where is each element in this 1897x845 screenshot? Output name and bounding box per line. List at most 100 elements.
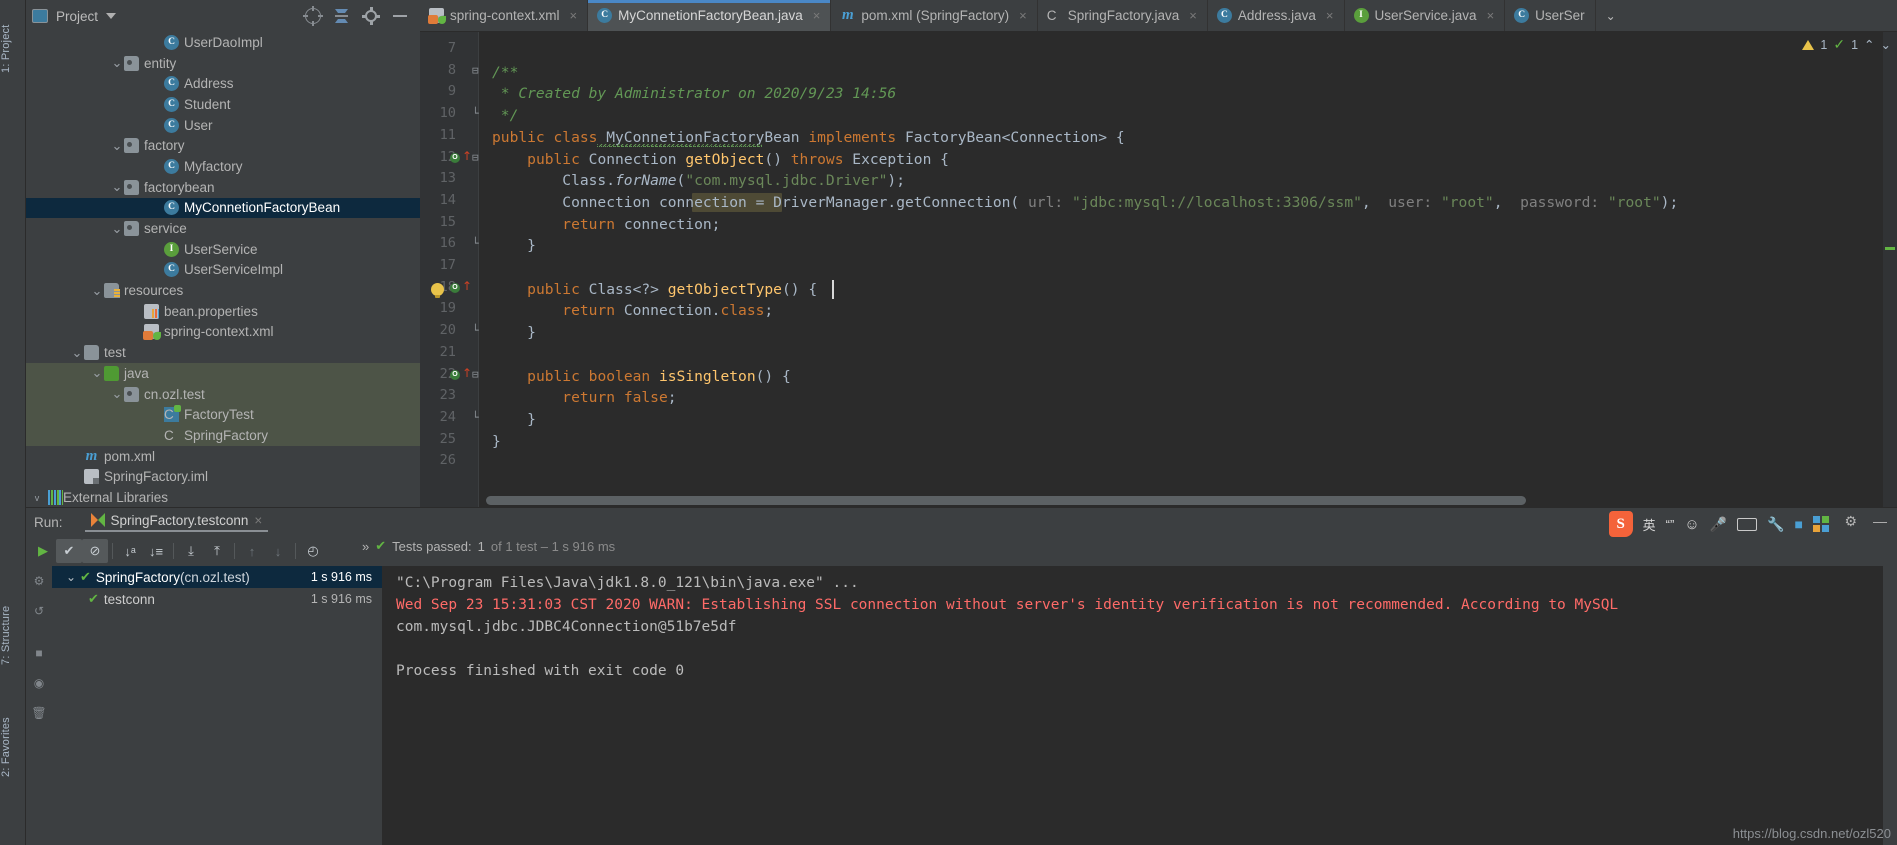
tree-item[interactable]: C Address: [26, 73, 420, 94]
prev-problem-icon[interactable]: ⌃: [1864, 37, 1874, 52]
close-icon[interactable]: ×: [1326, 8, 1334, 23]
chevron-down-icon[interactable]: ⌄: [110, 56, 124, 69]
next-failed-button[interactable]: ↓: [265, 539, 291, 563]
project-tree[interactable]: C UserDaoImpl ⌄ entity C Address C Student C User…: [26, 32, 420, 507]
tree-item[interactable]: C Student: [26, 94, 420, 115]
ime-mic-icon[interactable]: 🎤: [1710, 516, 1727, 533]
fold-collapse-icon[interactable]: ⊟: [472, 368, 479, 381]
editor-tab-5[interactable]: I UserService.java ×: [1345, 0, 1506, 31]
show-ignored-toggle[interactable]: ⊘: [82, 539, 108, 563]
editor-tab-0[interactable]: spring-context.xml ×: [420, 0, 589, 31]
tree-item[interactable]: spring-context.xml: [26, 322, 420, 343]
close-icon[interactable]: ×: [1487, 8, 1495, 23]
intention-bulb-icon[interactable]: [431, 282, 444, 298]
test-results-tree[interactable]: ⌄ ✔ SpringFactory (cn.ozl.test) 1 s 916 ms ✔…: [52, 566, 382, 845]
ime-grid-icon[interactable]: [1813, 516, 1829, 532]
tree-item[interactable]: ⌄ factory: [26, 135, 420, 156]
editor-marker-gutter[interactable]: [1883, 32, 1897, 507]
tree-item[interactable]: C Myfactory: [26, 156, 420, 177]
editor-tab-1[interactable]: C MyConnetionFactoryBean.java ×: [588, 0, 832, 31]
tree-item[interactable]: ⌄ factorybean: [26, 177, 420, 198]
close-icon[interactable]: ×: [1189, 8, 1197, 23]
tree-item[interactable]: C UserServiceImpl: [26, 260, 420, 281]
fold-end-icon[interactable]: └: [472, 107, 479, 120]
editor-horizontal-scrollbar[interactable]: [486, 496, 1526, 505]
code-content[interactable]: ⊟ /** * Created by Administrator on 2020/…: [431, 32, 1897, 507]
gear-icon[interactable]: [362, 7, 380, 25]
editor-tab-6[interactable]: C UserSer: [1505, 0, 1596, 31]
console-output[interactable]: "C:\Program Files\Java\jdk1.8.0_121\bin\…: [382, 566, 1883, 845]
ime-punct-icon[interactable]: “”: [1666, 517, 1675, 532]
tree-item[interactable]: ⌄ cn.ozl.test: [26, 383, 420, 405]
editor-tab-4[interactable]: C Address.java ×: [1208, 0, 1345, 31]
inspection-widget[interactable]: 1 ✓ 1 ⌃ ⌄: [1802, 36, 1891, 53]
sidebar-tab-favorites[interactable]: 2: Favorites: [0, 705, 26, 789]
tree-item[interactable]: ⌄ resources: [26, 280, 420, 301]
implements-method-icon[interactable]: O: [450, 369, 460, 380]
tree-item[interactable]: C SpringFactory: [26, 425, 420, 446]
sort-by-duration-button[interactable]: ↓≡: [143, 539, 169, 563]
tree-item[interactable]: SpringFactory.iml: [26, 466, 420, 487]
run-toolbar[interactable]: ▶ ✔ ⊘ ↓ᵃ ↓≡ ⤓ ⤒ ↑ ↓ ◴: [26, 536, 376, 566]
hide-icon[interactable]: [392, 8, 408, 24]
implements-method-icon[interactable]: O: [450, 152, 460, 163]
tree-item[interactable]: ⌄ test: [26, 342, 420, 363]
collapse-all-button[interactable]: ⤒: [204, 539, 230, 563]
fold-end-icon[interactable]: └: [472, 237, 479, 250]
chevron-down-icon[interactable]: ⌄: [110, 222, 124, 235]
chevron-down-icon[interactable]: v: [26, 493, 48, 503]
fold-end-icon[interactable]: └: [472, 411, 479, 424]
chevron-down-icon[interactable]: ⌄: [110, 180, 124, 193]
camera-icon[interactable]: ◉: [31, 676, 47, 692]
tree-item[interactable]: ⌄ service: [26, 218, 420, 239]
tree-item[interactable]: ⌄ java: [26, 363, 420, 384]
sogou-logo-icon[interactable]: S: [1608, 511, 1633, 537]
ime-lang-label[interactable]: 英: [1643, 515, 1656, 534]
sort-alphabetically-button[interactable]: ↓ᵃ: [117, 539, 143, 563]
override-arrow-icon[interactable]: ↑: [462, 150, 472, 162]
next-problem-icon[interactable]: ⌄: [1881, 37, 1891, 52]
tree-item[interactable]: C FactoryTest: [26, 404, 420, 426]
tabs-overflow-chevron-icon[interactable]: ⌄: [1596, 0, 1626, 31]
structure-tab-icon[interactable]: ⚙: [31, 574, 47, 590]
close-icon[interactable]: ×: [254, 513, 262, 528]
hide-panel-icon[interactable]: —: [1873, 513, 1887, 530]
locate-icon[interactable]: [303, 6, 323, 26]
test-tree-row[interactable]: ⌄ ✔ SpringFactory (cn.ozl.test) 1 s 916 ms: [52, 566, 382, 588]
chevron-down-icon[interactable]: ⌄: [66, 571, 80, 583]
chevron-down-icon[interactable]: ⌄: [70, 346, 84, 359]
tree-item-external-libraries[interactable]: v External Libraries: [26, 488, 420, 507]
close-icon[interactable]: ×: [570, 8, 578, 23]
sidebar-tab-project[interactable]: 1: Project: [0, 6, 26, 92]
settings-gear-icon[interactable]: ⚙: [1844, 513, 1857, 530]
ime-box-icon[interactable]: ■: [1795, 516, 1803, 532]
editor-tab-2[interactable]: m pom.xml (SpringFactory) ×: [831, 0, 1038, 31]
override-arrow-icon[interactable]: ↑: [462, 367, 472, 379]
close-icon[interactable]: ×: [1019, 8, 1027, 23]
ime-toolbar[interactable]: S 英 “” ☺ 🎤 🔧 ■: [1602, 510, 1835, 538]
fold-collapse-icon[interactable]: ⊟: [472, 151, 479, 164]
fold-collapse-icon[interactable]: ⊟: [472, 64, 479, 77]
editor-gutter[interactable]: 7 8 9 10 11 12 O ↑ 13 14 15 16 17 18 O ↑ 19 20 21 22 O ↑ 23 24 2…: [420, 32, 478, 507]
run-configuration-tab[interactable]: SpringFactory.testconn ×: [84, 513, 269, 532]
tree-item[interactable]: C MyConnetionFactoryBean: [26, 197, 420, 219]
ime-emoji-icon[interactable]: ☺: [1684, 516, 1699, 533]
fold-end-icon[interactable]: └: [472, 324, 479, 337]
test-tree-row[interactable]: ✔ testconn 1 s 916 ms: [52, 588, 382, 610]
collapse-all-icon[interactable]: [334, 8, 350, 24]
overflow-chevrons-icon[interactable]: »: [362, 539, 369, 554]
chevron-down-icon[interactable]: [106, 13, 117, 19]
show-passed-toggle[interactable]: ✔: [56, 539, 82, 563]
chevron-down-icon[interactable]: ⌄: [110, 387, 124, 400]
trash-icon[interactable]: 🗑: [31, 706, 47, 722]
ime-tools-icon[interactable]: 🔧: [1767, 516, 1784, 533]
stop-icon[interactable]: ■: [31, 646, 47, 662]
implements-method-icon[interactable]: O: [450, 282, 460, 293]
tree-item[interactable]: m pom.xml: [26, 446, 420, 467]
code-editor[interactable]: 7 8 9 10 11 12 O ↑ 13 14 15 16 17 18 O ↑ 19 20 21 22 O ↑ 23 24 2…: [420, 32, 1897, 507]
ime-keyboard-icon[interactable]: [1737, 517, 1758, 531]
tree-item[interactable]: C User: [26, 115, 420, 136]
previous-failed-button[interactable]: ↑: [239, 539, 265, 563]
editor-tab-3[interactable]: C SpringFactory.java ×: [1038, 0, 1208, 31]
expand-all-button[interactable]: ⤓: [178, 539, 204, 563]
